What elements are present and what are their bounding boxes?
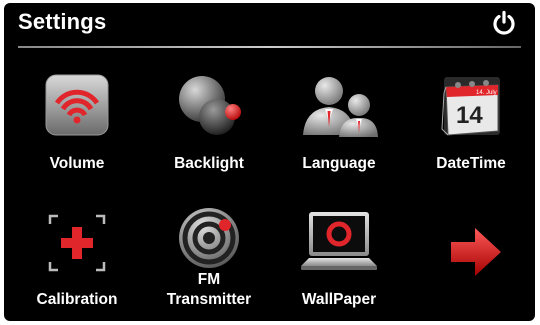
- tile-fm-label-line1: FM: [197, 271, 221, 288]
- tile-backlight[interactable]: Backlight: [154, 73, 264, 193]
- next-page-button[interactable]: [445, 222, 505, 282]
- tile-wallpaper-label: WallPaper: [301, 291, 377, 308]
- calendar-icon: 14. July 14: [441, 77, 500, 136]
- calibration-icon: [48, 214, 106, 272]
- tile-fm-transmitter[interactable]: FM Transmitter: [154, 205, 264, 321]
- tile-volume-label: Volume: [49, 155, 105, 172]
- tile-language[interactable]: Language: [284, 73, 394, 193]
- wallpaper-icon: [301, 212, 377, 270]
- calendar-day: 14: [456, 102, 483, 129]
- tile-fm-label-line2: Transmitter: [166, 291, 252, 308]
- header-divider: [18, 46, 521, 48]
- power-icon: [493, 10, 515, 35]
- tile-backlight-label: Backlight: [174, 155, 244, 172]
- language-icon: [303, 77, 378, 137]
- next-arrow-icon: [451, 228, 501, 276]
- backlight-icon: [179, 76, 241, 135]
- tile-wallpaper[interactable]: WallPaper: [284, 210, 394, 321]
- tile-language-label: Language: [302, 155, 376, 172]
- settings-screen: Settings Volume Backlight Language 14. J…: [4, 3, 535, 321]
- tile-datetime[interactable]: 14. July 14 DateTime: [416, 73, 526, 193]
- fm-transmitter-icon: [179, 208, 239, 268]
- calendar-month-text: 14. July: [476, 90, 497, 96]
- tile-volume[interactable]: Volume: [22, 73, 132, 193]
- tile-calibration[interactable]: Calibration: [22, 210, 132, 321]
- page-title: Settings: [18, 9, 107, 34]
- volume-icon: [45, 74, 109, 136]
- tile-calibration-label: Calibration: [36, 291, 118, 308]
- power-button[interactable]: [490, 9, 518, 37]
- tile-datetime-label: DateTime: [436, 155, 506, 172]
